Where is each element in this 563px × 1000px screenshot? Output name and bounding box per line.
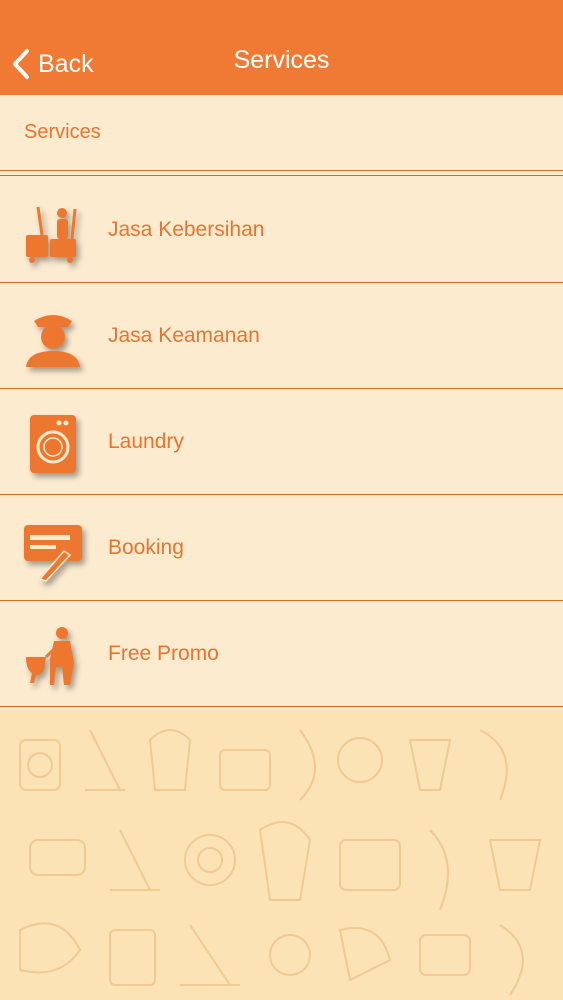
washing-machine-icon	[20, 411, 86, 477]
page-title: Services	[233, 46, 330, 74]
nav-bar: Back Services	[0, 0, 563, 95]
services-list: Jasa Kebersihan Jasa Keamanan Laundry Bo…	[0, 177, 563, 707]
list-item-free-promo[interactable]: Free Promo	[0, 601, 563, 707]
booking-card-icon	[20, 517, 86, 583]
section-header: Services	[0, 95, 563, 171]
list-item-jasa-keamanan[interactable]: Jasa Keamanan	[0, 283, 563, 389]
list-item-label: Laundry	[108, 430, 184, 453]
list-item-label: Jasa Keamanan	[108, 324, 260, 347]
list-item-laundry[interactable]: Laundry	[0, 389, 563, 495]
list-item-booking[interactable]: Booking	[0, 495, 563, 601]
list-item-label: Jasa Kebersihan	[108, 218, 265, 241]
security-guard-icon	[20, 305, 86, 371]
section-header-label: Services	[24, 121, 101, 143]
cleaning-cart-icon	[20, 199, 86, 265]
list-item-label: Booking	[108, 536, 184, 559]
background-pattern	[0, 710, 563, 1000]
list-item-label: Free Promo	[108, 642, 219, 665]
divider	[0, 175, 563, 176]
list-item-jasa-kebersihan[interactable]: Jasa Kebersihan	[0, 177, 563, 283]
plumber-toilet-icon	[20, 623, 86, 689]
